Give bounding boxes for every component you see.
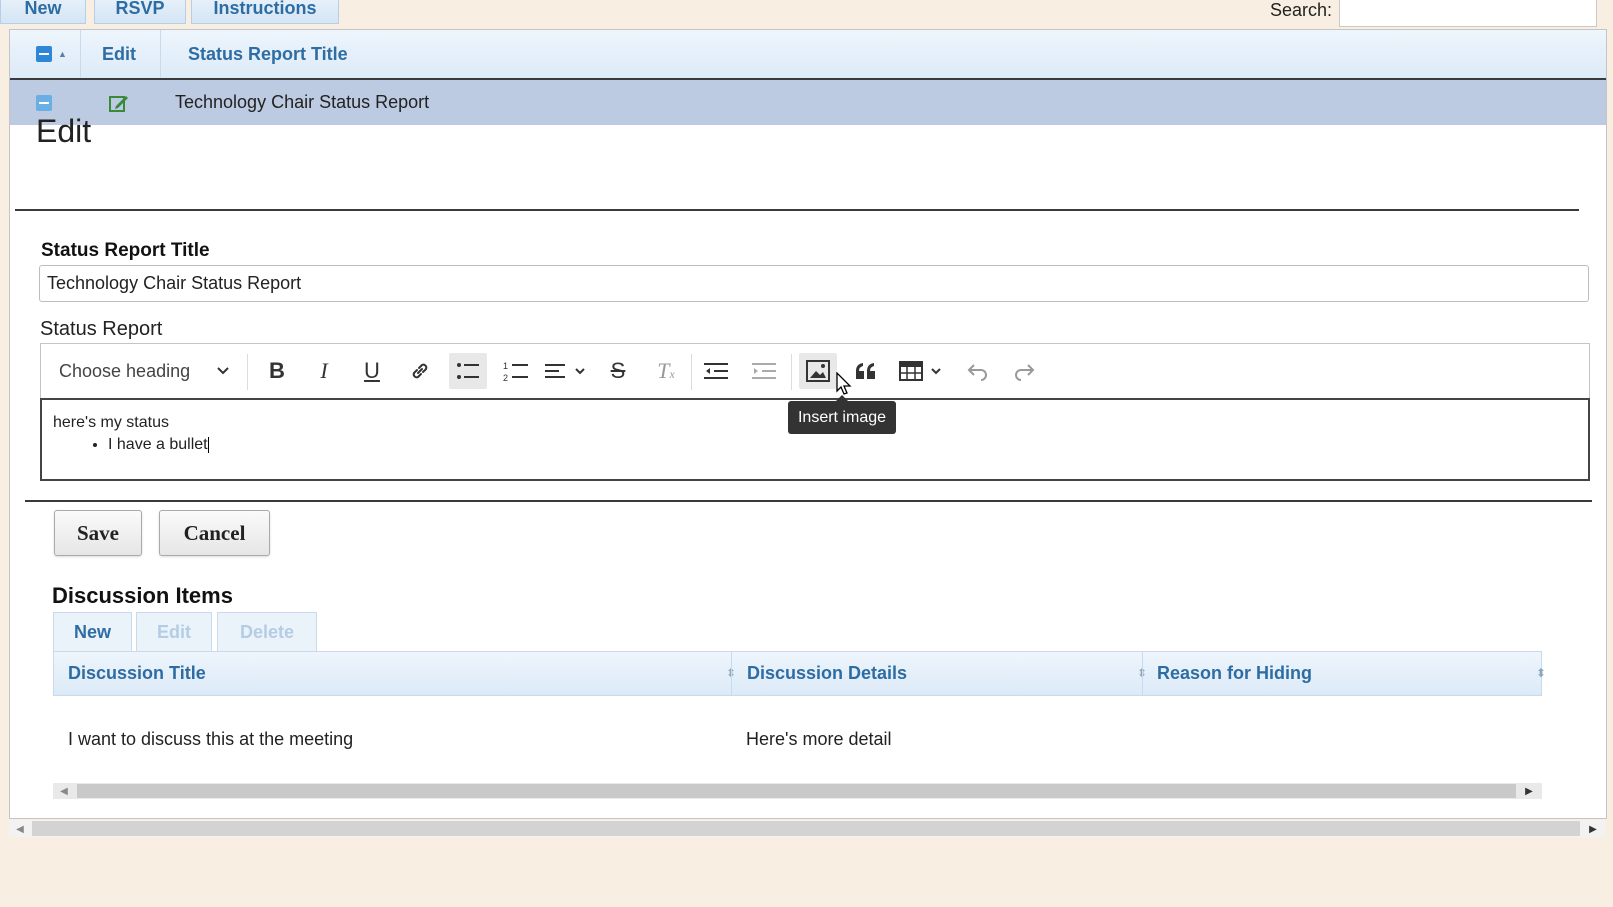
discussion-cell-details: Here's more detail — [746, 729, 892, 749]
column-header-reason-for-hiding[interactable]: Reason for Hiding — [1157, 652, 1312, 695]
editor-paragraph: here's my status — [53, 414, 169, 431]
scroll-right-icon[interactable]: ▶ — [1522, 783, 1536, 799]
column-header-discussion-details[interactable]: Discussion Details — [747, 652, 907, 695]
align-dropdown[interactable] — [541, 353, 593, 389]
remove-format-icon[interactable]: Tx — [647, 353, 685, 389]
editor-toolbar: Choose heading B I U 12 S Tx — [40, 343, 1590, 398]
select-all-checkbox[interactable]: ▲ — [36, 30, 76, 78]
search-label: Search: — [1270, 0, 1333, 20]
discussion-new-button[interactable]: New — [53, 612, 132, 652]
scrollbar-thumb[interactable] — [32, 821, 1580, 836]
insert-table-dropdown[interactable] — [897, 353, 949, 389]
svg-text:1: 1 — [503, 361, 508, 371]
divider — [15, 209, 1579, 211]
column-header-discussion-title[interactable]: Discussion Title — [68, 652, 206, 695]
title-input[interactable]: Technology Chair Status Report — [39, 265, 1589, 302]
undo-icon[interactable] — [959, 353, 997, 389]
discussion-items-title: Discussion Items — [52, 583, 233, 608]
chevron-down-icon — [215, 362, 231, 383]
numbered-list-icon[interactable]: 12 — [497, 353, 535, 389]
underline-icon[interactable]: U — [353, 353, 391, 389]
editor-bullet-list: I have a bullet — [90, 436, 209, 454]
instructions-button[interactable]: Instructions — [191, 0, 339, 24]
column-header-edit[interactable]: Edit — [102, 30, 136, 78]
top-toolbar: New RSVP Instructions Search: — [0, 0, 1613, 28]
bold-icon[interactable]: B — [258, 353, 296, 389]
link-icon[interactable] — [401, 353, 439, 389]
scroll-right-icon[interactable]: ▶ — [1586, 821, 1600, 837]
blockquote-icon[interactable] — [847, 353, 885, 389]
indent-icon[interactable] — [745, 353, 783, 389]
svg-text:2: 2 — [503, 373, 508, 382]
insert-image-tooltip: Insert image — [788, 395, 896, 434]
cancel-button[interactable]: Cancel — [159, 510, 270, 556]
list-item: I have a bullet — [108, 436, 209, 454]
redo-icon[interactable] — [1005, 353, 1043, 389]
discussion-edit-button[interactable]: Edit — [136, 612, 212, 652]
edit-icon[interactable] — [108, 80, 130, 125]
collapse-icon[interactable] — [36, 94, 52, 111]
bulleted-list-icon[interactable] — [449, 353, 487, 389]
insert-image-icon[interactable] — [799, 353, 837, 389]
discussion-table-header: Discussion Title ⬍ Discussion Details ⬍ … — [53, 651, 1546, 696]
sort-icon[interactable]: ⬍ — [1536, 652, 1546, 695]
outdent-icon[interactable] — [697, 353, 735, 389]
scrollbar-thumb[interactable] — [77, 784, 1516, 798]
save-button[interactable]: Save — [54, 510, 142, 556]
table-row[interactable]: Technology Chair Status Report — [10, 80, 1606, 125]
heading-dropdown-label: Choose heading — [59, 360, 191, 381]
sort-asc-icon[interactable]: ▲ — [58, 49, 67, 59]
discussion-cell-title: I want to discuss this at the meeting — [68, 729, 354, 749]
grid-header: ▲ Edit Status Report Title — [10, 30, 1606, 80]
new-button[interactable]: New — [0, 0, 86, 24]
scroll-left-icon[interactable]: ◀ — [13, 821, 27, 837]
collapse-icon[interactable] — [36, 46, 52, 62]
column-header-title[interactable]: Status Report Title — [188, 30, 348, 78]
status-report-label: Status Report — [40, 318, 163, 340]
scroll-left-icon[interactable]: ◀ — [57, 783, 71, 799]
heading-dropdown[interactable]: Choose heading — [49, 353, 239, 389]
rsvp-button[interactable]: RSVP — [94, 0, 186, 24]
title-label: Status Report Title — [41, 240, 210, 261]
italic-icon[interactable]: I — [305, 353, 343, 389]
search-input[interactable] — [1339, 0, 1597, 27]
strikethrough-icon[interactable]: S — [599, 353, 637, 389]
discussion-delete-button[interactable]: Delete — [217, 612, 317, 652]
row-title: Technology Chair Status Report — [175, 92, 430, 112]
edit-heading: Edit — [36, 113, 92, 149]
divider — [25, 500, 1592, 502]
